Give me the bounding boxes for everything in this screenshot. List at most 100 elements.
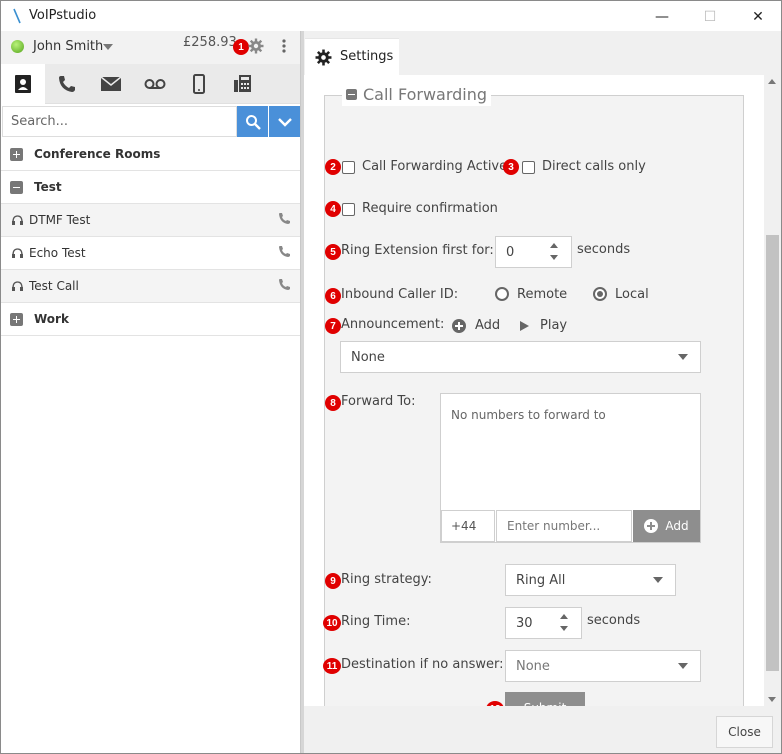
announcement-play-button[interactable]: Play bbox=[540, 318, 567, 333]
expand-icon[interactable] bbox=[10, 148, 23, 161]
tab-calls[interactable] bbox=[45, 64, 89, 104]
chevron-down-icon[interactable] bbox=[103, 44, 113, 50]
tab-voicemail[interactable] bbox=[133, 64, 177, 104]
list-item[interactable]: DTMF Test bbox=[1, 204, 300, 237]
annotation-badge-9: 9 bbox=[325, 573, 341, 589]
stepper-down-icon[interactable] bbox=[560, 626, 568, 631]
direct-calls-only-checkbox[interactable] bbox=[522, 161, 535, 174]
voicemail-icon bbox=[144, 79, 166, 89]
ring-extension-value: 0 bbox=[506, 245, 515, 260]
group-label: Test bbox=[34, 180, 62, 194]
destination-label: Destination if no answer: bbox=[341, 657, 504, 672]
tab-mobile[interactable] bbox=[177, 64, 221, 104]
headset-icon bbox=[12, 248, 23, 258]
maximize-button[interactable]: ☐ bbox=[687, 1, 733, 32]
tab-label: Settings bbox=[340, 49, 394, 64]
user-name[interactable]: John Smith bbox=[33, 39, 103, 54]
close-button[interactable]: Close bbox=[716, 716, 773, 748]
list-item[interactable]: Echo Test bbox=[1, 237, 300, 270]
presence-status-icon[interactable] bbox=[11, 40, 24, 53]
annotation-badge-7: 7 bbox=[325, 318, 341, 334]
tab-messages[interactable] bbox=[89, 64, 133, 104]
tab-fax[interactable] bbox=[221, 64, 265, 104]
section-header[interactable]: Call Forwarding bbox=[342, 82, 492, 106]
forward-add-label: Add bbox=[665, 519, 689, 533]
annotation-badge-2: 2 bbox=[325, 159, 341, 175]
ring-strategy-selected-value: Ring All bbox=[516, 573, 566, 588]
chevron-down-icon[interactable] bbox=[678, 663, 688, 669]
ring-strategy-label: Ring strategy: bbox=[341, 572, 432, 587]
chevron-down-icon[interactable] bbox=[678, 354, 688, 360]
annotation-badge-8: 8 bbox=[325, 395, 341, 411]
phone-icon bbox=[59, 76, 75, 92]
ring-time-label: Ring Time: bbox=[341, 614, 411, 629]
ring-extension-unit: seconds bbox=[577, 242, 631, 257]
announcement-label: Announcement: bbox=[341, 317, 445, 332]
contact-name: DTMF Test bbox=[29, 213, 91, 227]
phone-icon[interactable] bbox=[278, 245, 291, 258]
chevron-down-icon[interactable] bbox=[653, 577, 663, 583]
scrollbar-thumb[interactable] bbox=[766, 235, 779, 671]
settings-content: Call Forwarding 2 Call Forwarding Active… bbox=[304, 75, 764, 706]
stepper-up-icon[interactable] bbox=[560, 614, 568, 619]
phone-icon[interactable] bbox=[278, 278, 291, 291]
annotation-badge-10: 10 bbox=[323, 615, 341, 631]
ring-time-unit: seconds bbox=[587, 613, 641, 628]
more-menu-icon[interactable] bbox=[282, 39, 286, 53]
envelope-icon bbox=[100, 76, 122, 91]
inbound-caller-id-label: Inbound Caller ID: bbox=[341, 287, 459, 302]
annotation-badge-3: 3 bbox=[503, 159, 519, 175]
add-icon[interactable] bbox=[452, 319, 466, 333]
collapse-icon[interactable] bbox=[10, 181, 23, 194]
call-forwarding-active-checkbox[interactable] bbox=[342, 161, 355, 174]
section-title: Call Forwarding bbox=[363, 84, 488, 104]
submit-button[interactable]: Submit bbox=[505, 692, 585, 706]
search-icon bbox=[245, 114, 261, 130]
window-title: VoIPstudio bbox=[29, 8, 97, 23]
search-bar bbox=[1, 106, 300, 137]
right-panel: Settings Call Forwarding 2 Call Forwardi… bbox=[304, 31, 781, 753]
group-test[interactable]: Test bbox=[1, 171, 300, 204]
tab-contacts[interactable] bbox=[1, 64, 45, 104]
announcement-selected-value: None bbox=[351, 350, 385, 365]
announcement-select[interactable] bbox=[340, 341, 701, 373]
annotation-badge-1: 1 bbox=[233, 39, 249, 55]
list-item[interactable]: Test Call bbox=[1, 270, 300, 303]
close-window-button[interactable]: ✕ bbox=[735, 1, 781, 32]
group-work[interactable]: Work bbox=[1, 303, 300, 336]
stepper-up-icon[interactable] bbox=[550, 243, 558, 248]
forward-to-empty-text: No numbers to forward to bbox=[451, 408, 606, 422]
fax-icon bbox=[234, 75, 251, 92]
user-bar: John Smith £258.93 1 bbox=[1, 31, 300, 64]
search-input[interactable] bbox=[2, 106, 237, 137]
phone-icon[interactable] bbox=[278, 212, 291, 225]
section-tabs bbox=[1, 64, 300, 104]
stepper-down-icon[interactable] bbox=[550, 255, 558, 260]
vertical-scrollbar[interactable] bbox=[764, 75, 781, 706]
scroll-up-icon[interactable] bbox=[768, 79, 776, 84]
caller-id-local-label: Local bbox=[615, 287, 649, 302]
announcement-add-button[interactable]: Add bbox=[475, 318, 500, 333]
search-options-button[interactable] bbox=[269, 106, 300, 137]
scroll-down-icon[interactable] bbox=[768, 697, 776, 702]
voipstudio-logo-icon bbox=[13, 8, 21, 24]
expand-icon[interactable] bbox=[10, 313, 23, 326]
collapse-icon[interactable] bbox=[346, 88, 357, 100]
play-icon[interactable] bbox=[520, 321, 529, 331]
search-button[interactable] bbox=[237, 106, 268, 137]
require-confirmation-checkbox[interactable] bbox=[342, 203, 355, 216]
tab-settings[interactable]: Settings bbox=[305, 38, 399, 75]
forward-add-button[interactable]: Add bbox=[633, 510, 700, 542]
caller-id-remote-radio[interactable] bbox=[495, 287, 509, 301]
gear-icon[interactable] bbox=[248, 38, 264, 54]
destination-selected-value: None bbox=[516, 659, 550, 674]
add-icon bbox=[644, 519, 659, 533]
ring-time-value: 30 bbox=[516, 616, 533, 631]
caller-id-local-radio[interactable] bbox=[593, 287, 607, 301]
forward-number-input[interactable] bbox=[496, 510, 632, 542]
forward-to-label: Forward To: bbox=[341, 394, 416, 409]
minimize-button[interactable]: — bbox=[639, 1, 685, 32]
group-label: Conference Rooms bbox=[34, 147, 161, 161]
group-conference-rooms[interactable]: Conference Rooms bbox=[1, 138, 300, 171]
dialog-footer: Close bbox=[304, 706, 781, 753]
